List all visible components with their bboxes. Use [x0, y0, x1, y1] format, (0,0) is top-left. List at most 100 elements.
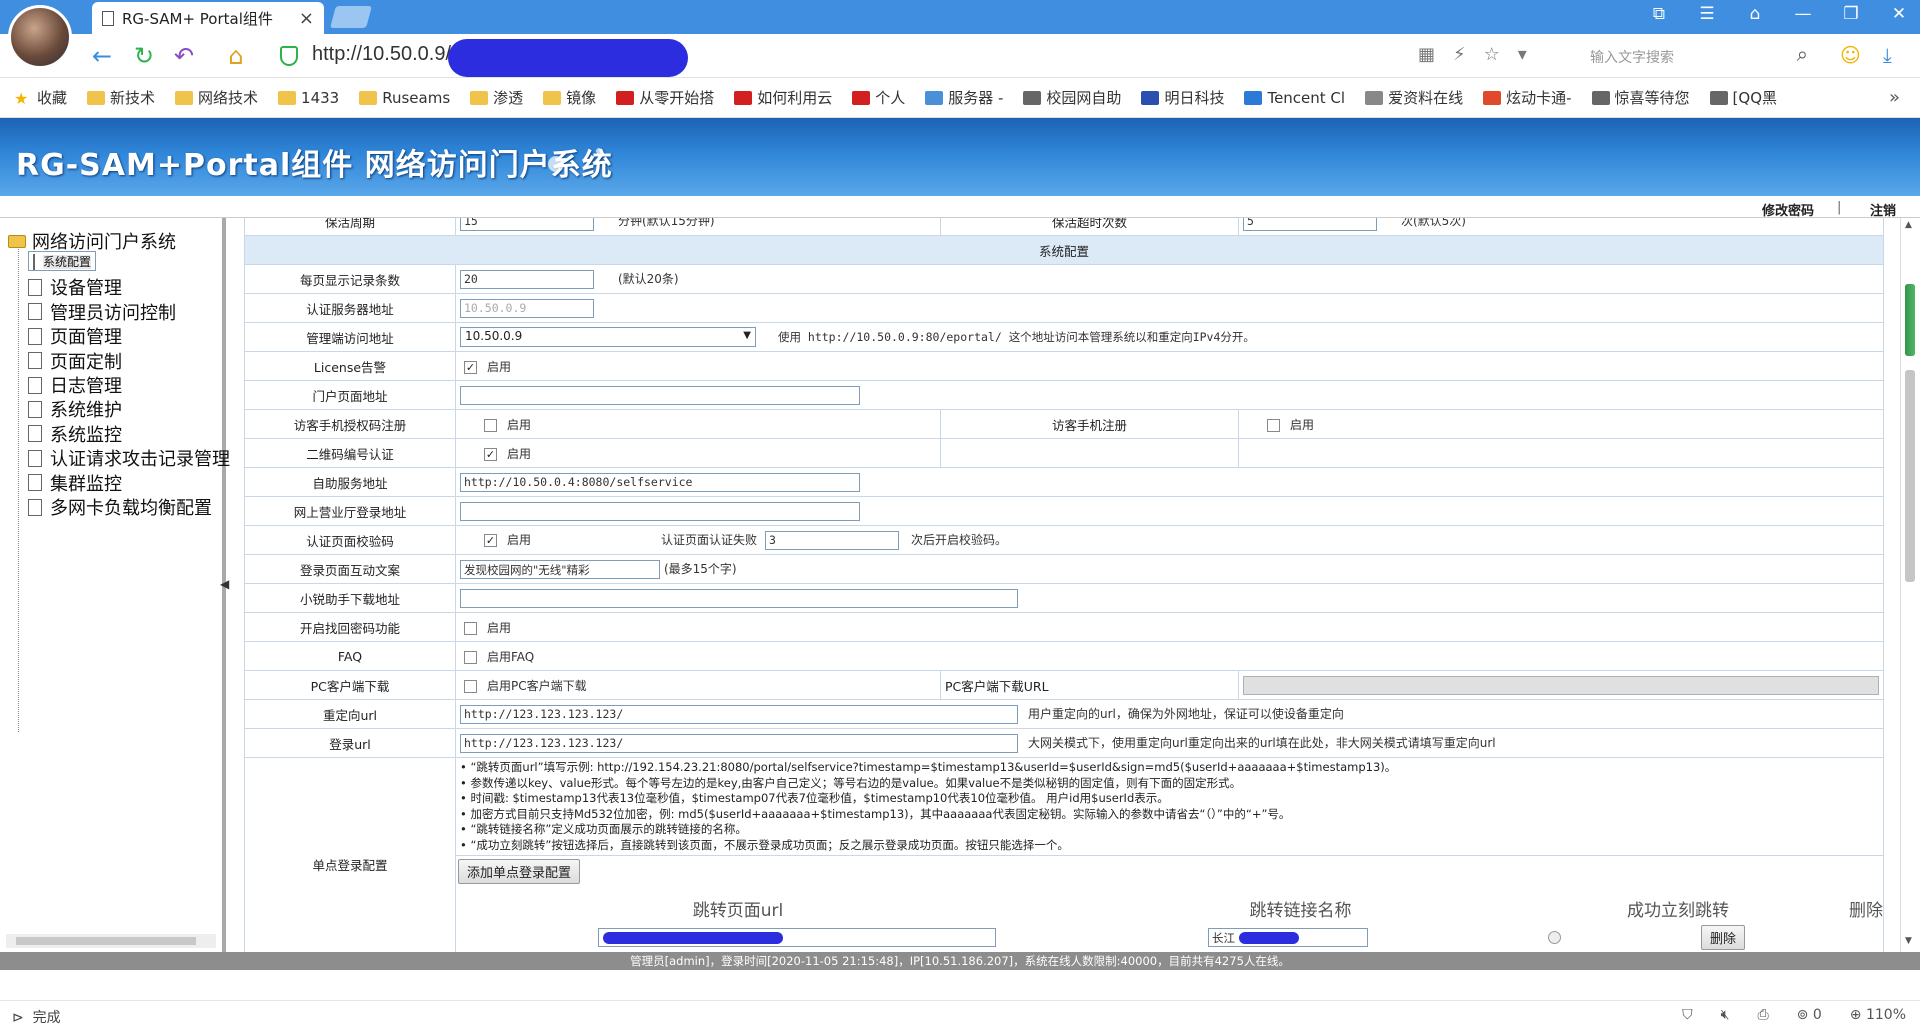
browser-tab[interactable]: RG-SAM+ Portal组件 × [92, 2, 324, 34]
collapse-sidebar-icon[interactable]: ◀ [220, 577, 229, 591]
search-icon[interactable]: ⌕ [1797, 42, 1808, 66]
minimize-icon[interactable]: — [1792, 4, 1814, 24]
menu-icon[interactable]: ☰ [1696, 4, 1718, 24]
captcha-checkbox[interactable]: ✓ [484, 533, 497, 547]
admin-address-select[interactable]: 10.50.0.9 ▼ [460, 327, 756, 347]
visitor-reg-checkbox[interactable] [1267, 418, 1280, 432]
sso-url-input[interactable] [598, 928, 996, 947]
assistant-url-input[interactable] [460, 588, 1018, 608]
sidebar-item[interactable]: 设备管理 [28, 274, 122, 300]
folder-icon [470, 90, 489, 105]
redirect-url-input[interactable]: http://123.123.123.123/ [460, 704, 1018, 724]
scroll-up-icon[interactable]: ▲ [1905, 220, 1912, 230]
search-input[interactable]: 输入文字搜索 ⌕ [1552, 42, 1808, 70]
bookmark-item[interactable]: 从零开始搭 [616, 87, 714, 108]
bookmark-item[interactable]: 网络技术 [175, 87, 258, 108]
download-count[interactable]: ⊚ 0 [1797, 1007, 1822, 1023]
zoom-level[interactable]: ⊕ 110% [1850, 1007, 1906, 1023]
download-icon[interactable]: ⤓ [1883, 43, 1892, 67]
bookmark-item[interactable]: 渗透 [470, 87, 523, 108]
home-icon[interactable]: ⌂ [222, 42, 250, 70]
sso-note-text: “成功立刻跳转”按钮选择后，直接跳转到该页面，不展示登录成功页面；反之展示登录成… [470, 837, 1069, 852]
timeout-input[interactable]: 5 [1243, 218, 1377, 231]
qr-auth-checkbox[interactable]: ✓ [484, 447, 497, 461]
chevron-down-icon[interactable]: ▾ [1518, 44, 1527, 65]
sidebar-item[interactable]: 系统配置 [28, 250, 97, 271]
bookmark-item[interactable]: 个人 [852, 87, 905, 108]
license-checkbox[interactable]: ✓ [464, 360, 477, 374]
qr-code-icon[interactable]: ▦ [1418, 44, 1435, 65]
login-text-input[interactable]: 发现校园网的"无线"精彩 [460, 559, 660, 579]
scroll-down-icon[interactable]: ▼ [1905, 936, 1912, 946]
refresh-icon[interactable]: ↻ [130, 42, 158, 70]
portal-url-input[interactable] [460, 385, 860, 405]
sso-jump-radio[interactable] [1548, 931, 1561, 944]
restore-icon[interactable]: ❐ [1840, 4, 1862, 24]
sidebar-item-label: 设备管理 [50, 278, 122, 300]
bookmark-item[interactable]: 1433 [278, 89, 339, 107]
lightning-icon[interactable]: ⚡ [1453, 44, 1466, 65]
shield-icon[interactable]: ⛉ [1682, 1007, 1693, 1023]
smile-icon[interactable]: ☺ [1840, 43, 1861, 67]
mute-icon[interactable]: 🔇︎ [1721, 1007, 1730, 1023]
heartbeat-input[interactable]: 15 [460, 218, 594, 231]
online-hall-input[interactable] [460, 501, 860, 521]
scrollbar-thumb[interactable] [1905, 370, 1915, 582]
bookmark-label: 爱资料在线 [1388, 89, 1464, 107]
bookmark-item[interactable]: 明日科技 [1141, 87, 1224, 108]
bookmark-item[interactable]: 镜像 [543, 87, 596, 108]
sidebar-item[interactable]: 系统维护 [28, 396, 122, 422]
sidebar-item[interactable]: 认证请求攻击记录管理 [28, 445, 230, 471]
undo-icon[interactable]: ↶ [170, 42, 198, 70]
star-icon[interactable]: ☆ [1484, 44, 1500, 65]
faq-checkbox[interactable] [464, 650, 477, 664]
bookmark-item[interactable]: 炫动卡通- [1483, 87, 1572, 108]
browser-status-bar: ⊳ 完成 ⛉ 🔇︎ ⎙ ⊚ 0 ⊕ 110% [0, 1000, 1920, 1030]
doc-icon [1591, 90, 1610, 105]
captcha-fail-input[interactable]: 3 [765, 530, 899, 550]
bookmark-item[interactable]: Tencent Cl [1244, 89, 1345, 107]
bookmark-item[interactable]: 惊喜等待您 [1591, 87, 1690, 108]
sidebar-item[interactable]: 集群监控 [28, 470, 122, 496]
vertical-scrollbar[interactable]: ▲ ▼ [1900, 218, 1920, 952]
captcha-label: 认证页面校验码 [244, 525, 456, 555]
sso-name-input[interactable]: 长江 [1208, 928, 1368, 947]
bookmark-item[interactable]: 新技术 [87, 87, 155, 108]
sidebar-item[interactable]: 多网卡负载均衡配置 [28, 494, 212, 520]
change-password-link[interactable]: 修改密码 [1762, 200, 1814, 219]
sidebar-item[interactable]: 系统监控 [28, 421, 122, 447]
bookmark-item[interactable]: [QQ黑 [1709, 87, 1777, 108]
close-icon[interactable]: ✕ [1888, 4, 1910, 24]
logout-link[interactable]: 注销 [1870, 200, 1896, 219]
visitor-auth-checkbox[interactable] [484, 418, 497, 432]
avatar[interactable] [8, 5, 72, 69]
pc-client-checkbox[interactable] [464, 679, 477, 693]
bookmark-item[interactable]: 服务器 - [925, 87, 1003, 108]
url-field[interactable]: http://10.50.0.9/ [312, 43, 451, 66]
horizontal-scrollbar[interactable] [6, 934, 216, 948]
tab-close-icon[interactable]: × [299, 8, 314, 29]
scrollbar-thumb[interactable] [16, 937, 196, 945]
login-url-input[interactable]: http://123.123.123.123/ [460, 733, 1018, 753]
skin-icon[interactable]: ⌂ [1744, 4, 1766, 24]
add-sso-button[interactable]: 添加单点登录配置 [458, 859, 581, 884]
back-icon[interactable]: ← [88, 42, 116, 70]
new-tab-button[interactable] [330, 6, 372, 28]
recover-password-checkbox[interactable] [464, 621, 477, 635]
play-icon[interactable]: ⊳ [12, 1010, 24, 1026]
printer-icon[interactable]: ⎙ [1757, 1007, 1768, 1023]
sidebar-toggle-icon[interactable]: ⧉ [1648, 4, 1670, 24]
bookmark-item[interactable]: 校园网自助 [1023, 87, 1121, 108]
page-size-input[interactable]: 20 [460, 269, 594, 289]
bookmark-item[interactable]: Ruseams [359, 89, 450, 107]
bookmark-item[interactable]: 如何利用云 [734, 87, 832, 108]
sidebar-item[interactable]: 页面定制 [28, 348, 122, 374]
sidebar-item[interactable]: 页面管理 [28, 323, 122, 349]
bookmark-item[interactable]: 爱资料在线 [1365, 87, 1463, 108]
sso-delete-button[interactable]: 删除 [1701, 925, 1746, 950]
sidebar-item[interactable]: 日志管理 [28, 372, 122, 398]
bookmark-item[interactable]: ★ 收藏 [14, 87, 67, 108]
bookmarks-more-icon[interactable]: » [1889, 87, 1900, 108]
selfservice-input[interactable]: http://10.50.0.4:8080/selfservice [460, 472, 860, 492]
sidebar-item[interactable]: 管理员访问控制 [28, 299, 176, 325]
